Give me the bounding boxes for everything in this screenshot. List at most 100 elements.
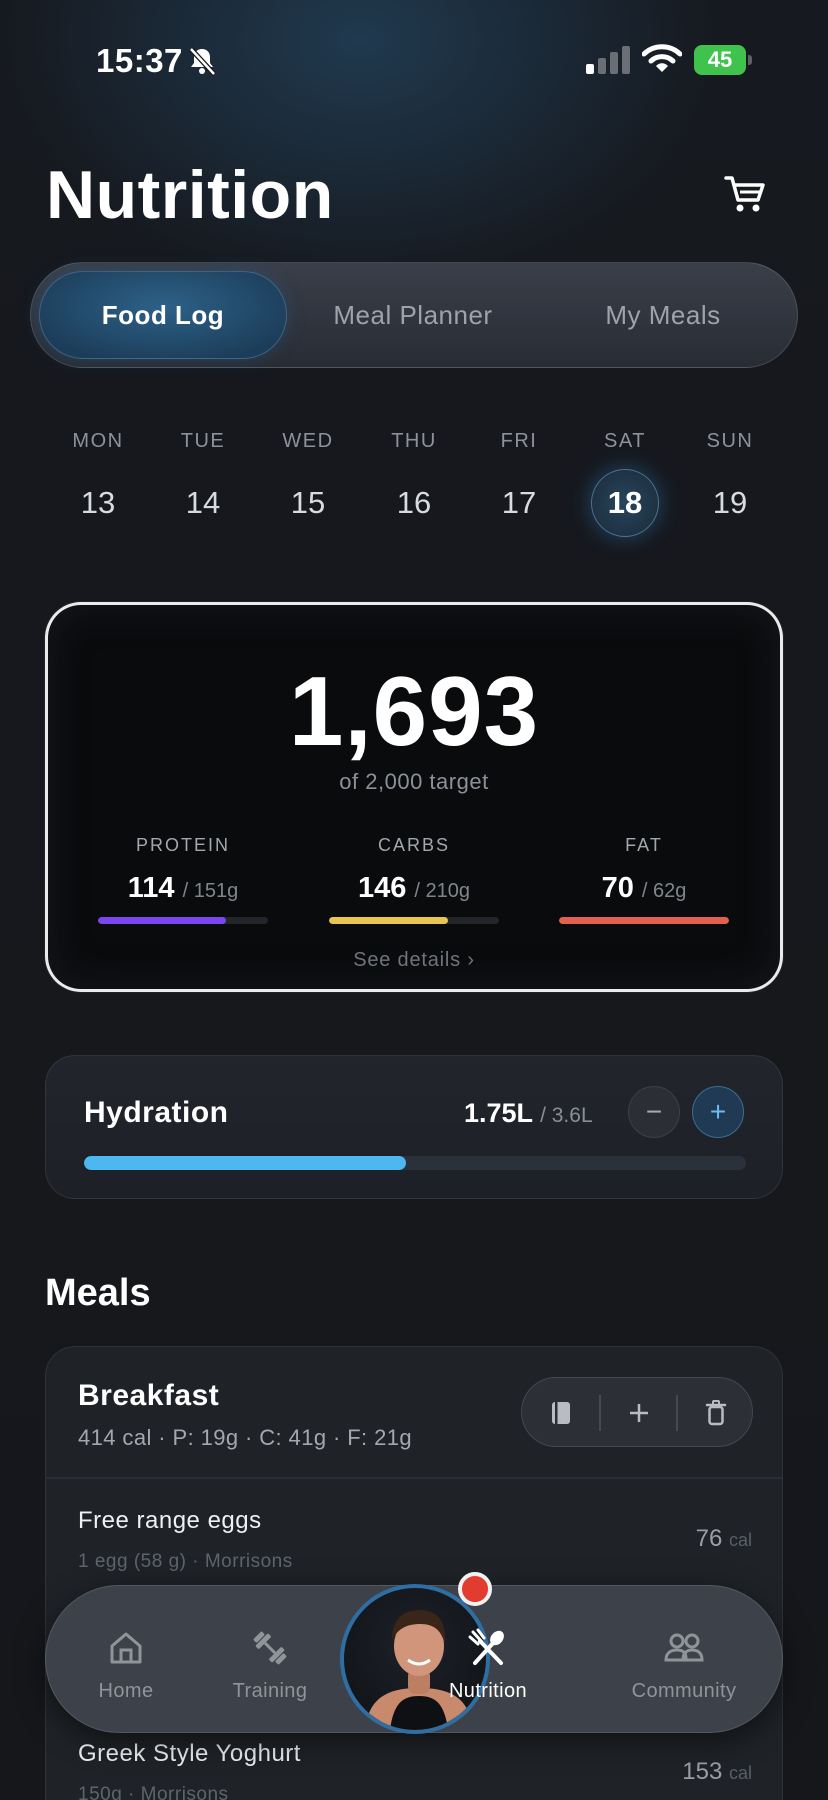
nav-community[interactable]: Community xyxy=(604,1586,764,1734)
hydration-increase-button[interactable]: + xyxy=(692,1086,744,1138)
macro-target: / 210g xyxy=(414,880,471,902)
hydration-card: Hydration 1.75L / 3.6L − + xyxy=(45,1055,783,1199)
hydration-title: Hydration xyxy=(84,1096,229,1129)
protein-progress-bar xyxy=(98,917,268,924)
macro-target: / 62g xyxy=(641,880,687,902)
hydration-progress-bar xyxy=(84,1156,746,1170)
food-calorie-value: 76 xyxy=(695,1525,723,1552)
meal-actions-group xyxy=(521,1377,753,1447)
status-bar: 15:37 45 xyxy=(0,0,828,120)
nav-label: Home xyxy=(98,1680,154,1702)
macro-label: FAT xyxy=(625,835,663,855)
meals-section-title: Meals xyxy=(45,1272,151,1314)
day-fri[interactable]: FRI 17 xyxy=(469,430,569,523)
calories-target: of 2,000 target xyxy=(339,769,489,794)
hydration-decrease-button[interactable]: − xyxy=(628,1086,680,1138)
food-calorie-value: 153 xyxy=(682,1758,723,1785)
food-item[interactable]: Greek Style Yoghurt 150g · Morrisons 153… xyxy=(46,1740,782,1800)
cellular-signal-icon xyxy=(586,46,630,74)
food-name: Greek Style Yoghurt xyxy=(78,1740,301,1767)
food-name: Free range eggs xyxy=(78,1507,262,1534)
macro-protein: PROTEIN 114 / 151g xyxy=(98,835,268,905)
day-date: 15 xyxy=(290,485,326,520)
food-calorie-unit: cal xyxy=(728,1763,752,1783)
macro-values: 146 / 210g xyxy=(329,872,499,905)
trash-icon xyxy=(705,1400,726,1426)
hydration-target: / 3.6L xyxy=(540,1104,593,1127)
day-sun[interactable]: SUN 19 xyxy=(680,430,780,523)
day-mon[interactable]: MON 13 xyxy=(48,430,148,523)
food-serving: 1 egg (58 g) · Morrisons xyxy=(78,1551,293,1572)
macro-fat: FAT 70 / 62g xyxy=(559,835,729,905)
home-icon xyxy=(110,1632,142,1664)
day-name: SAT xyxy=(604,430,646,452)
fat-progress-fill xyxy=(559,917,729,924)
add-food-button[interactable] xyxy=(600,1378,677,1448)
battery-indicator: 45 xyxy=(694,45,752,75)
tab-my-meals[interactable]: My Meals xyxy=(539,271,787,359)
tab-food-log[interactable]: Food Log xyxy=(39,271,287,359)
macro-value: 114 xyxy=(127,872,175,904)
food-calorie-unit: cal xyxy=(728,1530,752,1550)
cart-icon[interactable] xyxy=(720,168,772,220)
status-time: 15:37 xyxy=(96,42,183,79)
protein-progress-fill xyxy=(98,917,226,924)
dumbbell-icon xyxy=(253,1631,287,1665)
day-name: MON xyxy=(72,430,124,452)
macro-value: 146 xyxy=(357,872,407,904)
week-day-selector: MON 13 TUE 14 WED 15 THU 16 FRI 17 SAT 1… xyxy=(46,430,782,540)
delete-meal-button[interactable] xyxy=(677,1378,754,1448)
bottom-navigation: Home Training Nutrition Community xyxy=(45,1572,783,1734)
carbs-progress-bar xyxy=(329,917,499,924)
nav-training[interactable]: Training xyxy=(200,1586,340,1734)
day-date: 16 xyxy=(396,485,432,520)
fat-progress-bar xyxy=(559,917,729,924)
tab-meal-planner[interactable]: Meal Planner xyxy=(289,271,537,359)
calorie-summary-card[interactable]: 1,693 of 2,000 target PROTEIN 114 / 151g… xyxy=(45,602,783,992)
day-name: FRI xyxy=(500,430,538,452)
book-icon xyxy=(551,1402,570,1424)
bell-slash-icon xyxy=(189,47,216,76)
day-date: 17 xyxy=(501,485,537,520)
meal-macro-summary: 414 cal · P: 19g · C: 41g · F: 21g xyxy=(78,1425,412,1450)
day-name: TUE xyxy=(180,430,226,452)
day-date: 14 xyxy=(185,485,221,520)
food-calories: 76 cal xyxy=(696,1525,752,1553)
food-serving: 150g · Morrisons xyxy=(78,1784,229,1800)
carbs-progress-fill xyxy=(329,917,448,924)
day-wed[interactable]: WED 15 xyxy=(258,430,358,523)
day-name: THU xyxy=(391,430,437,452)
day-date: 18 xyxy=(591,469,659,537)
day-thu[interactable]: THU 16 xyxy=(364,430,464,523)
meal-divider xyxy=(46,1477,782,1479)
wifi-icon xyxy=(642,44,682,72)
nutrition-screen: 15:37 45 Nutrition Food Log Meal Planner… xyxy=(0,0,828,1800)
people-icon xyxy=(664,1633,704,1662)
macro-carbs: CARBS 146 / 210g xyxy=(329,835,499,905)
day-name: WED xyxy=(282,430,334,452)
recipe-book-button[interactable] xyxy=(522,1378,599,1448)
nav-label: Community xyxy=(631,1680,737,1702)
hydration-progress-fill xyxy=(84,1156,406,1170)
macro-label: CARBS xyxy=(377,835,450,855)
macro-values: 114 / 151g xyxy=(98,872,268,905)
nav-home[interactable]: Home xyxy=(56,1586,196,1734)
utensils-icon xyxy=(468,1628,504,1665)
meal-name: Breakfast xyxy=(78,1379,220,1412)
hydration-amount: 1.75L / 3.6L xyxy=(464,1098,593,1129)
day-sat[interactable]: SAT 18 xyxy=(575,430,675,537)
day-tue[interactable]: TUE 14 xyxy=(153,430,253,523)
day-date: 13 xyxy=(80,485,116,520)
macro-value: 70 xyxy=(601,872,634,904)
nav-nutrition[interactable]: Nutrition xyxy=(418,1586,558,1734)
macro-label: PROTEIN xyxy=(135,835,230,855)
food-calories: 153 cal xyxy=(682,1758,752,1786)
macro-values: 70 / 62g xyxy=(559,872,729,905)
page-title: Nutrition xyxy=(46,157,334,233)
day-date: 19 xyxy=(712,485,748,520)
battery-level: 45 xyxy=(707,47,733,72)
day-name: SUN xyxy=(706,430,754,452)
view-tabs: Food Log Meal Planner My Meals xyxy=(30,262,798,368)
macro-target: / 151g xyxy=(182,880,239,902)
see-details-link[interactable]: See details › xyxy=(48,949,780,972)
